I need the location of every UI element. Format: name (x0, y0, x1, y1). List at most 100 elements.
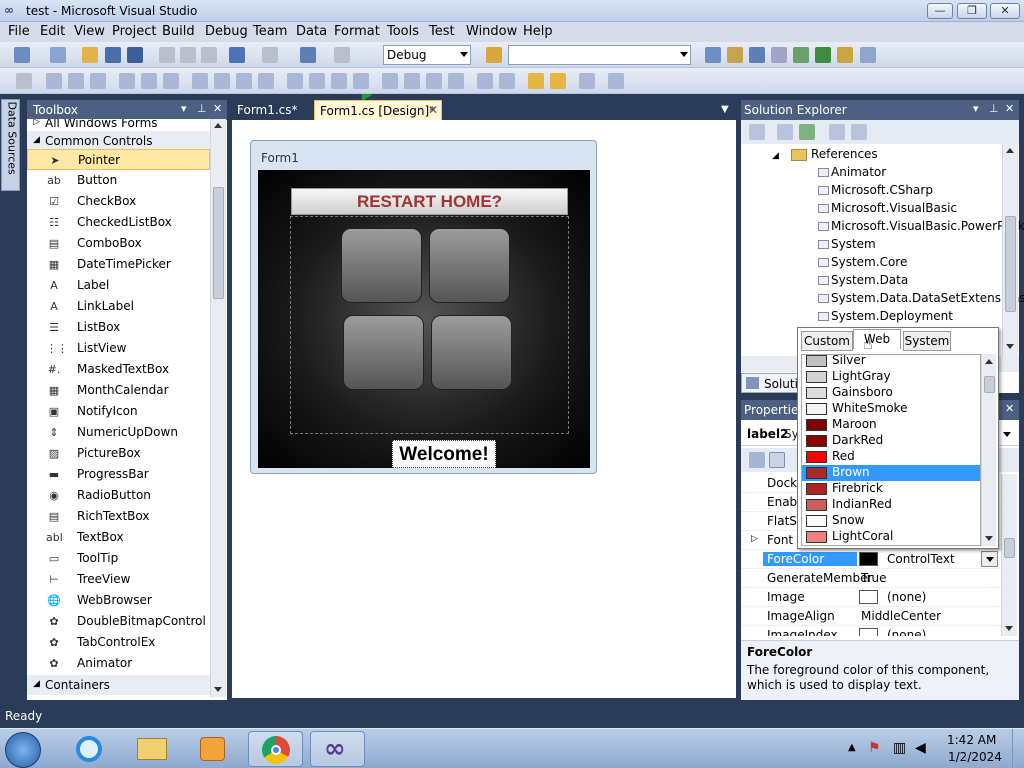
color-option-lightgray[interactable]: LightGray (802, 369, 980, 385)
add-item-icon[interactable] (50, 47, 66, 63)
menu-help[interactable]: Help (523, 24, 553, 39)
show-hidden-icons-icon[interactable]: ▲ (848, 742, 856, 753)
send-to-back-icon[interactable] (550, 73, 566, 89)
save-all-icon[interactable] (127, 47, 143, 63)
expanded-triangle-icon[interactable]: ◢ (772, 151, 779, 161)
color-option-maroon[interactable]: Maroon (802, 417, 980, 433)
decrease-spacing-icon[interactable] (331, 73, 347, 89)
toolbox-item-checkbox[interactable]: ☑ CheckBox (27, 191, 210, 212)
align-bottoms-icon[interactable] (163, 73, 179, 89)
align-centers-icon[interactable] (68, 73, 84, 89)
toolbox-item-treeview[interactable]: ⊢ TreeView (27, 569, 210, 590)
color-option-whitesmoke[interactable]: WhiteSmoke (802, 401, 980, 417)
reference-item[interactable]: Microsoft.VisualBasic (818, 201, 957, 215)
reference-item[interactable]: System (818, 237, 876, 251)
toolbox-item-tabcontrolex[interactable]: ✿ TabControlEx (27, 632, 210, 653)
media-player-icon[interactable] (186, 731, 241, 767)
volume-icon[interactable]: ◀ (915, 740, 926, 756)
scroll-down-icon[interactable] (1005, 626, 1013, 631)
paste-icon[interactable] (201, 47, 217, 63)
toolbox-item-textbox[interactable]: abl TextBox (27, 527, 210, 548)
scroll-down-icon[interactable] (985, 536, 993, 541)
view-code-icon[interactable] (829, 124, 845, 140)
tab-form1-design[interactable]: Form1.cs [Design]* ✕ (314, 100, 442, 121)
scroll-thumb[interactable] (1005, 216, 1016, 312)
reference-item[interactable]: Microsoft.CSharp (818, 183, 933, 197)
cut-icon[interactable] (159, 47, 175, 63)
increase-vertical-spacing-icon[interactable] (404, 73, 420, 89)
remove-spacing-icon[interactable] (353, 73, 369, 89)
forecolor-dropdown-button[interactable] (981, 551, 998, 567)
menu-test[interactable]: Test (429, 24, 455, 39)
reference-item[interactable]: System.Core (818, 255, 907, 269)
toolbox-item-combobox[interactable]: ▤ ComboBox (27, 233, 210, 254)
reference-item[interactable]: System.Data (818, 273, 908, 287)
clock-time[interactable]: 1:42 AM (947, 733, 996, 747)
view-designer-icon[interactable] (851, 124, 867, 140)
solution-explorer-icon[interactable] (705, 47, 721, 63)
remove-vertical-spacing-icon[interactable] (448, 73, 464, 89)
color-option-gainsboro[interactable]: Gainsboro (802, 385, 980, 401)
center-vertically-icon[interactable] (499, 73, 515, 89)
toolbox-item-radiobutton[interactable]: ◉ RadioButton (27, 485, 210, 506)
menu-file[interactable]: File (8, 24, 30, 39)
extension-manager-icon[interactable] (815, 47, 831, 63)
chrome-icon[interactable] (248, 731, 303, 767)
center-horizontally-icon[interactable] (477, 73, 493, 89)
toolbox-item-label[interactable]: A Label (27, 275, 210, 296)
close-tab-icon[interactable]: ✕ (428, 103, 438, 117)
form-designer-surface[interactable]: Form1 RESTART HOME? Welcome! (232, 120, 736, 698)
find-combo[interactable] (508, 45, 691, 65)
toolbox-item-numericupdown[interactable]: ⇕ NumericUpDown (27, 422, 210, 443)
maximize-button[interactable]: ❐ (957, 3, 987, 19)
menu-window[interactable]: Window (466, 24, 517, 39)
file-explorer-icon[interactable] (124, 731, 179, 767)
color-option-silver[interactable]: Silver (802, 355, 980, 369)
toolbox-item-doublebitmapcontrol[interactable]: ✿ DoubleBitmapControl (27, 611, 210, 632)
make-same-width-icon[interactable] (192, 73, 208, 89)
form1-client-area[interactable]: RESTART HOME? Welcome! (258, 170, 590, 468)
toolbox-item-datetimepicker[interactable]: ▦ DateTimePicker (27, 254, 210, 275)
color-option-firebrick[interactable]: Firebrick (802, 481, 980, 497)
solution-explorer-scrollbar[interactable] (1002, 144, 1018, 356)
color-option-red[interactable]: Red (802, 449, 980, 465)
tab-web[interactable]: Web (853, 329, 901, 349)
start-button-icon[interactable] (5, 732, 41, 768)
tab-order-icon[interactable] (579, 73, 595, 89)
color-option-darkred[interactable]: DarkRed (802, 433, 980, 449)
make-same-height-icon[interactable] (214, 73, 230, 89)
color-option-indianred[interactable]: IndianRed (802, 497, 980, 513)
toolbox-item-listview[interactable]: ⋮⋮ ListView (27, 338, 210, 359)
tab-custom[interactable]: Custom (801, 331, 853, 351)
toolbox-item-maskedtextbox[interactable]: #. MaskedTextBox (27, 359, 210, 380)
dropdown-icon[interactable]: ▾ (181, 102, 187, 115)
menu-edit[interactable]: Edit (40, 24, 65, 39)
toolbox-item-listbox[interactable]: ☰ ListBox (27, 317, 210, 338)
tile-button[interactable] (429, 228, 510, 303)
increase-spacing-icon[interactable] (309, 73, 325, 89)
menu-debug[interactable]: Debug (205, 24, 248, 39)
new-project-icon[interactable] (14, 47, 30, 63)
toolbox-scrollbar[interactable] (210, 119, 226, 697)
menu-team[interactable]: Team (253, 24, 287, 39)
tab-system[interactable]: System (903, 331, 951, 351)
tile-button[interactable] (431, 315, 512, 390)
toolbox-item-button[interactable]: ab Button (27, 170, 210, 191)
toolbox-item-notifyicon[interactable]: ▣ NotifyIcon (27, 401, 210, 422)
open-folder-icon[interactable] (82, 47, 98, 63)
solution-configuration-dropdown[interactable]: Debug (383, 45, 471, 65)
network-icon[interactable]: ▥ (893, 740, 906, 756)
scroll-thumb[interactable] (984, 376, 995, 393)
toolbox-item-picturebox[interactable]: ▨ PictureBox (27, 443, 210, 464)
alphabetical-icon[interactable] (769, 452, 785, 468)
show-all-files-icon[interactable] (777, 124, 793, 140)
dropdown-icon[interactable]: ▾ (973, 102, 979, 115)
command-window-icon[interactable] (837, 47, 853, 63)
property-row-imagealign[interactable]: ImageAlign MiddleCenter (741, 607, 1001, 626)
scroll-up-icon[interactable] (1006, 148, 1014, 153)
tile-button[interactable] (341, 228, 422, 303)
reference-item[interactable]: Microsoft.VisualBasic.PowerPacks (818, 219, 1024, 233)
scroll-down-icon[interactable] (1006, 344, 1014, 349)
scroll-up-icon[interactable] (214, 123, 222, 128)
reference-item[interactable]: System.Data.DataSetExtensions (818, 291, 1024, 305)
